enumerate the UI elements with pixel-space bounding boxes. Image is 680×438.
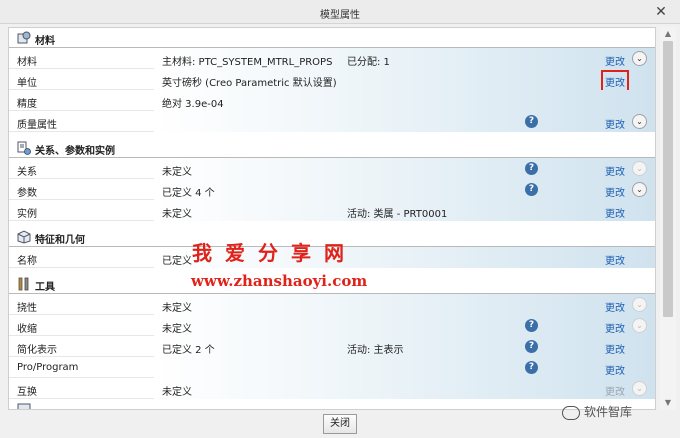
row-value: 英寸磅秒 (Creo Parametric 默认设置)	[162, 78, 337, 89]
row-value: 未定义	[162, 324, 192, 335]
title-bar: 模型属性 ✕	[0, 0, 680, 24]
row-value-secondary: 活动: 主表示	[347, 345, 404, 356]
row-value: 主材料: PTC_SYSTEM_MTRL_PROPS	[162, 57, 333, 68]
row-label: 精度	[17, 99, 37, 110]
features-icon	[17, 230, 31, 244]
section-label: 工具	[35, 282, 55, 293]
row-label: 名称	[17, 256, 37, 267]
row-flexibility: 挠性 未定义 更改 ⌄	[9, 294, 655, 315]
watermark-url: www.zhanshaoyi.com	[191, 272, 368, 290]
materials-icon	[17, 31, 31, 44]
change-link[interactable]: 更改	[605, 299, 625, 314]
section-relations: 关系、参数和实例	[9, 138, 655, 158]
row-interchange: 互换 未定义 更改 ⌄	[9, 378, 655, 399]
change-link[interactable]: 更改	[605, 362, 625, 377]
expand-icon[interactable]: ⌄	[632, 318, 647, 333]
section-label: 关系、参数和实例	[35, 146, 115, 157]
expand-icon[interactable]: ⌄	[632, 297, 647, 312]
change-link-highlighted[interactable]: 更改	[601, 70, 629, 93]
expand-icon[interactable]: ⌄	[632, 182, 647, 197]
expand-icon[interactable]: ⌄	[632, 114, 647, 129]
properties-panel: 材料 材料 主材料: PTC_SYSTEM_MTRL_PROPS 已分配: 1 …	[8, 27, 656, 410]
change-link[interactable]: 更改	[605, 205, 625, 220]
row-material: 材料 主材料: PTC_SYSTEM_MTRL_PROPS 已分配: 1 更改 …	[9, 48, 655, 69]
help-icon[interactable]: ?	[525, 162, 538, 175]
row-label: 互换	[17, 387, 37, 398]
row-value: 未定义	[162, 387, 192, 398]
row-label: Pro/Program	[17, 362, 79, 373]
row-label: 简化表示	[17, 345, 57, 356]
relations-icon	[17, 141, 31, 155]
watermark-title: 我爱分享网	[192, 241, 357, 265]
row-mass-properties: 质量属性 ? 更改 ⌄	[9, 111, 655, 132]
expand-icon[interactable]: ⌄	[632, 51, 647, 66]
help-icon[interactable]: ?	[525, 340, 538, 353]
help-icon[interactable]: ?	[525, 361, 538, 374]
help-icon[interactable]: ?	[525, 115, 538, 128]
wechat-icon	[562, 405, 580, 420]
close-button[interactable]: 关闭	[323, 414, 357, 434]
scroll-down-icon[interactable]: ▼	[660, 396, 676, 410]
section-label: 特征和几何	[35, 235, 85, 246]
scroll-up-icon[interactable]: ▲	[660, 27, 676, 41]
row-value: 未定义	[162, 167, 192, 178]
window-title: 模型属性	[320, 10, 360, 21]
row-pro-program: Pro/Program ? 更改	[9, 357, 655, 378]
scrollbar-thumb[interactable]	[663, 41, 673, 317]
row-value: 未定义	[162, 303, 192, 314]
section-icon	[17, 403, 31, 409]
section-next-partial	[9, 399, 655, 409]
row-instances: 实例 未定义 活动: 类属 - PRT0001 更改	[9, 200, 655, 221]
row-value: 未定义	[162, 209, 192, 220]
row-label: 收缩	[17, 324, 37, 335]
row-label: 实例	[17, 209, 37, 220]
change-link[interactable]: 更改	[605, 184, 625, 199]
vertical-scrollbar[interactable]: ▲ ▼	[660, 27, 676, 410]
row-label: 关系	[17, 167, 37, 178]
change-link[interactable]: 更改	[605, 116, 625, 131]
row-label: 挠性	[17, 303, 37, 314]
row-label: 质量属性	[17, 120, 57, 131]
change-link[interactable]: 更改	[605, 320, 625, 335]
close-icon[interactable]: ✕	[652, 3, 670, 21]
change-link[interactable]: 更改	[605, 252, 625, 267]
row-accuracy: 精度 绝对 3.9e-04	[9, 90, 655, 111]
tools-icon	[18, 277, 29, 291]
row-units: 单位 英寸磅秒 (Creo Parametric 默认设置) 更改	[9, 69, 655, 93]
row-value: 已定义 4 个	[162, 188, 215, 199]
watermark-brand: 软件智库	[562, 403, 632, 420]
row-value: 已定义	[162, 256, 192, 267]
row-simplified-rep: 简化表示 已定义 2 个 活动: 主表示 ? 更改	[9, 336, 655, 357]
row-parameters: 参数 已定义 4 个 ? 更改 ⌄	[9, 179, 655, 200]
row-value-secondary: 已分配: 1	[347, 57, 390, 68]
help-icon[interactable]: ?	[525, 319, 538, 332]
help-icon[interactable]: ?	[525, 183, 538, 196]
row-label: 材料	[17, 57, 37, 68]
change-link[interactable]: 更改	[605, 53, 625, 68]
row-relations: 关系 未定义 ? 更改 ⌄	[9, 158, 655, 179]
row-value: 已定义 2 个	[162, 345, 215, 356]
change-link[interactable]: 更改	[605, 383, 625, 398]
row-shrinkage: 收缩 未定义 ? 更改 ⌄	[9, 315, 655, 336]
change-link[interactable]: 更改	[605, 341, 625, 356]
expand-icon[interactable]: ⌄	[632, 381, 647, 396]
row-value-secondary: 活动: 类属 - PRT0001	[347, 209, 448, 220]
section-materials: 材料	[9, 28, 655, 48]
row-label: 参数	[17, 188, 37, 199]
section-label: 材料	[35, 36, 55, 47]
row-label: 单位	[17, 78, 37, 89]
row-value: 绝对 3.9e-04	[162, 99, 224, 110]
expand-icon[interactable]: ⌄	[632, 161, 647, 176]
change-link[interactable]: 更改	[605, 163, 625, 178]
watermark-brand-label: 软件智库	[584, 405, 633, 419]
